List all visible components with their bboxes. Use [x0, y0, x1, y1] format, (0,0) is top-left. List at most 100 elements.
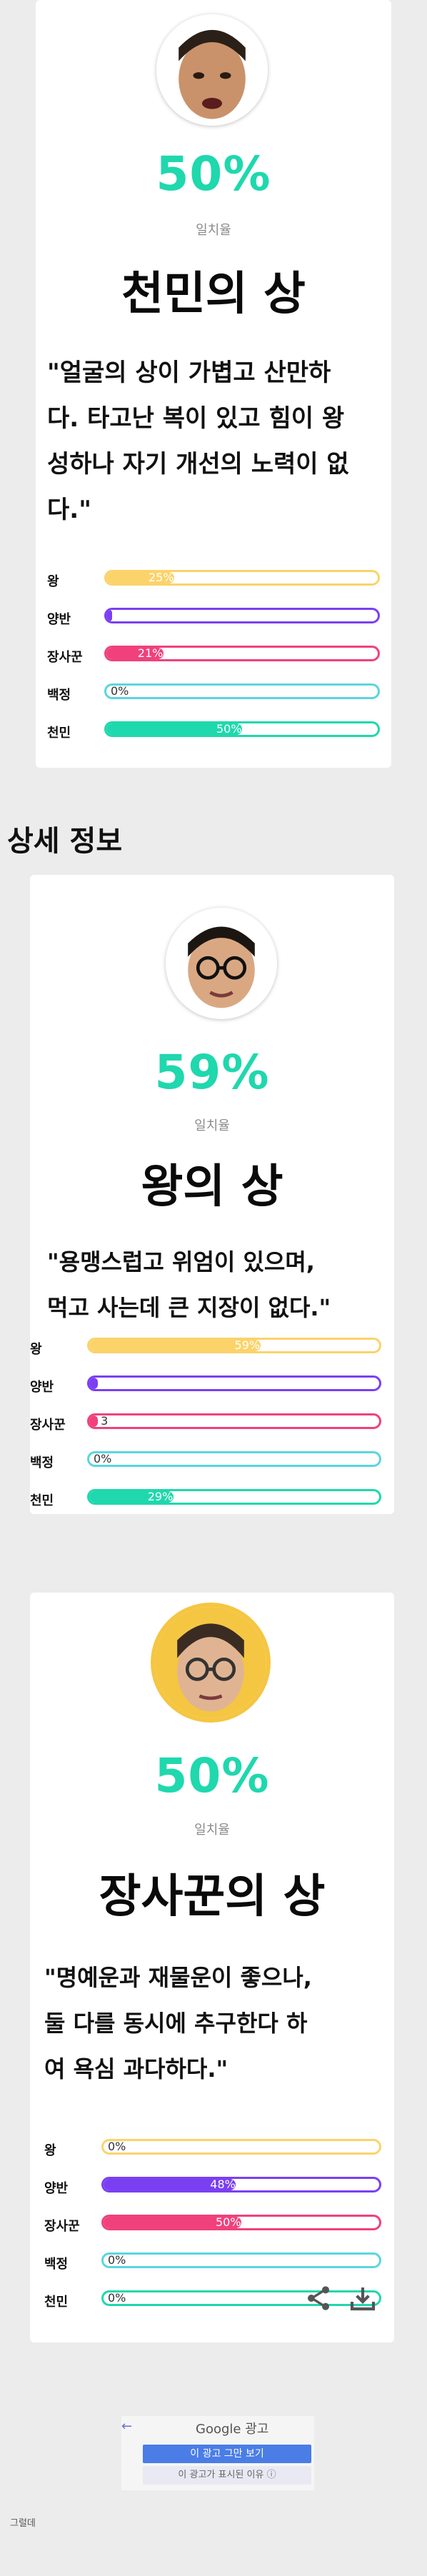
score-label: 장사꾼: [30, 1418, 66, 1433]
score-value: 3: [101, 1414, 109, 1428]
match-percent-label: 일치율: [196, 223, 231, 238]
score-label: 장사꾼: [47, 650, 83, 665]
score-row: 양반: [30, 1375, 384, 1395]
ad-back-button[interactable]: ←: [121, 2419, 132, 2434]
download-icon: [350, 2287, 376, 2311]
score-track: 29%: [87, 1489, 381, 1505]
score-value: 21%: [137, 646, 164, 660]
score-row: 백정 0%: [44, 2252, 384, 2272]
face-avatar: [166, 908, 277, 1019]
match-percent: 50%: [156, 146, 271, 201]
description-line: 여 욕심 과다하다.": [44, 2055, 228, 2083]
score-row: 백정 0%: [47, 683, 383, 703]
result-title: 천민의 상: [121, 268, 306, 321]
score-row: 천민 29%: [30, 1489, 384, 1509]
score-label: 양반: [44, 2181, 69, 2196]
score-value: 0%: [108, 2140, 126, 2153]
face-avatar: [155, 1607, 266, 1718]
score-label: 천민: [44, 2295, 69, 2310]
download-button[interactable]: [348, 2284, 377, 2312]
score-label: 백정: [44, 2257, 69, 2272]
score-label: 왕: [30, 1342, 42, 1357]
match-percent: 50%: [154, 1748, 270, 1803]
score-track: 3: [87, 1413, 381, 1429]
score-label: 백정: [47, 688, 71, 703]
score-label: 왕: [44, 2143, 56, 2158]
score-label: 양반: [30, 1380, 54, 1395]
match-percent: 59%: [154, 1045, 270, 1100]
ad-stop-button[interactable]: 이 광고 그만 보기: [143, 2445, 311, 2463]
score-track: 50%: [101, 2215, 381, 2230]
ad-why-button[interactable]: 이 광고가 표시된 이유 ⓘ: [143, 2466, 311, 2485]
score-bars: 왕 25% 양반장사꾼 21% 백정 0% 천민 50%: [47, 570, 383, 748]
section-title: 상세 정보: [7, 825, 123, 858]
score-value: 59%: [234, 1338, 261, 1352]
score-label: 장사꾼: [44, 2219, 80, 2234]
description-line: "얼굴의 상이 가볍고 산만하: [47, 359, 331, 387]
score-row: 왕 25%: [47, 570, 383, 590]
score-value: 25%: [149, 571, 174, 584]
result-description: "얼굴의 상이 가볍고 산만하 다. 타고난 복이 있고 힘이 왕 성하나 자기…: [47, 350, 383, 533]
score-track: 48%: [101, 2177, 381, 2192]
description-line: "명예운과 재물운이 좋으나,: [44, 1964, 312, 1991]
ad-brand: Google 광고: [196, 2422, 269, 2437]
score-value: 48%: [210, 2177, 236, 2191]
result-description: "명예운과 재물운이 좋으나, 둘 다를 동시에 추구한다 하 여 욕심 과다하…: [44, 1955, 391, 2092]
score-track: 25%: [104, 570, 380, 586]
share-icon: [308, 2286, 329, 2310]
result-card-3: 50% 일치율 장사꾼의 상 "명예운과 재물운이 좋으나, 둘 다를 동시에 …: [30, 1593, 394, 2342]
result-description: "용맹스럽고 위엄이 있으며, 먹고 사는데 큰 지장이 없다.": [47, 1239, 390, 1330]
score-row: 왕 59%: [30, 1338, 384, 1358]
score-value: 0%: [108, 2291, 126, 2305]
score-track: 59%: [87, 1338, 381, 1353]
result-title: 왕의 상: [141, 1161, 283, 1213]
score-row: 양반: [47, 608, 383, 628]
score-track: 0%: [101, 2290, 381, 2306]
score-row: 백정 0%: [30, 1451, 384, 1471]
result-card-2: 59% 일치율 왕의 상 "용맹스럽고 위엄이 있으며, 먹고 사는데 큰 지장…: [30, 875, 394, 1514]
score-label: 백정: [30, 1455, 54, 1470]
score-track: 0%: [87, 1451, 381, 1467]
result-card-1: 50% 일치율 천민의 상 "얼굴의 상이 가볍고 산만하 다. 타고난 복이 …: [36, 0, 391, 768]
score-value: 29%: [147, 1490, 174, 1503]
description-line: 둘 다를 동시에 추구한다 하: [44, 2010, 308, 2037]
score-track: 0%: [101, 2139, 381, 2155]
score-row: 천민 50%: [47, 721, 383, 741]
score-row: 장사꾼 50%: [44, 2215, 384, 2235]
ad-panel: ← Google 광고 이 광고 그만 보기 이 광고가 표시된 이유 ⓘ: [121, 2416, 314, 2490]
score-track: 21%: [104, 646, 380, 661]
score-fill: [89, 1415, 99, 1427]
result-title: 장사꾼의 상: [99, 1870, 326, 1923]
match-percent-label: 일치율: [194, 1118, 230, 1133]
score-fill: [89, 1378, 99, 1389]
score-row: 장사꾼 3: [30, 1413, 384, 1433]
match-percent-label: 일치율: [194, 1823, 230, 1838]
description-line: 다. 타고난 복이 있고 힘이 왕: [47, 404, 345, 433]
score-row: 천민 0%: [44, 2290, 384, 2310]
score-track: [87, 1375, 381, 1391]
score-label: 천민: [30, 1493, 54, 1508]
score-label: 천민: [47, 726, 71, 741]
score-track: 0%: [101, 2252, 381, 2268]
score-row: 장사꾼 21%: [47, 646, 383, 666]
description-line: "용맹스럽고 위엄이 있으며,: [47, 1248, 315, 1276]
score-value: 50%: [216, 722, 242, 736]
score-track: 0%: [104, 683, 380, 699]
score-fill: [106, 610, 112, 621]
share-button[interactable]: [304, 2284, 333, 2312]
score-value: 0%: [111, 684, 129, 698]
description-line: 다.": [47, 496, 91, 524]
score-value: 50%: [216, 2215, 241, 2229]
score-label: 왕: [47, 574, 59, 589]
footer-text: 그럴데: [10, 2518, 36, 2529]
score-track: 50%: [104, 721, 380, 737]
score-row: 양반 48%: [44, 2177, 384, 2197]
score-bars: 왕 59% 양반장사꾼 3 백정 0% 천민 29%: [30, 1338, 384, 1516]
score-bars: 왕 0% 양반 48% 장사꾼 50% 백정 0% 천민 0%: [44, 2139, 384, 2317]
score-track: [104, 608, 380, 623]
description-line: 먹고 사는데 큰 지장이 없다.": [47, 1294, 331, 1321]
score-row: 왕 0%: [44, 2139, 384, 2159]
face-avatar: [156, 14, 268, 126]
description-line: 성하나 자기 개선의 노력이 없: [47, 450, 349, 478]
score-value: 0%: [94, 1452, 112, 1465]
